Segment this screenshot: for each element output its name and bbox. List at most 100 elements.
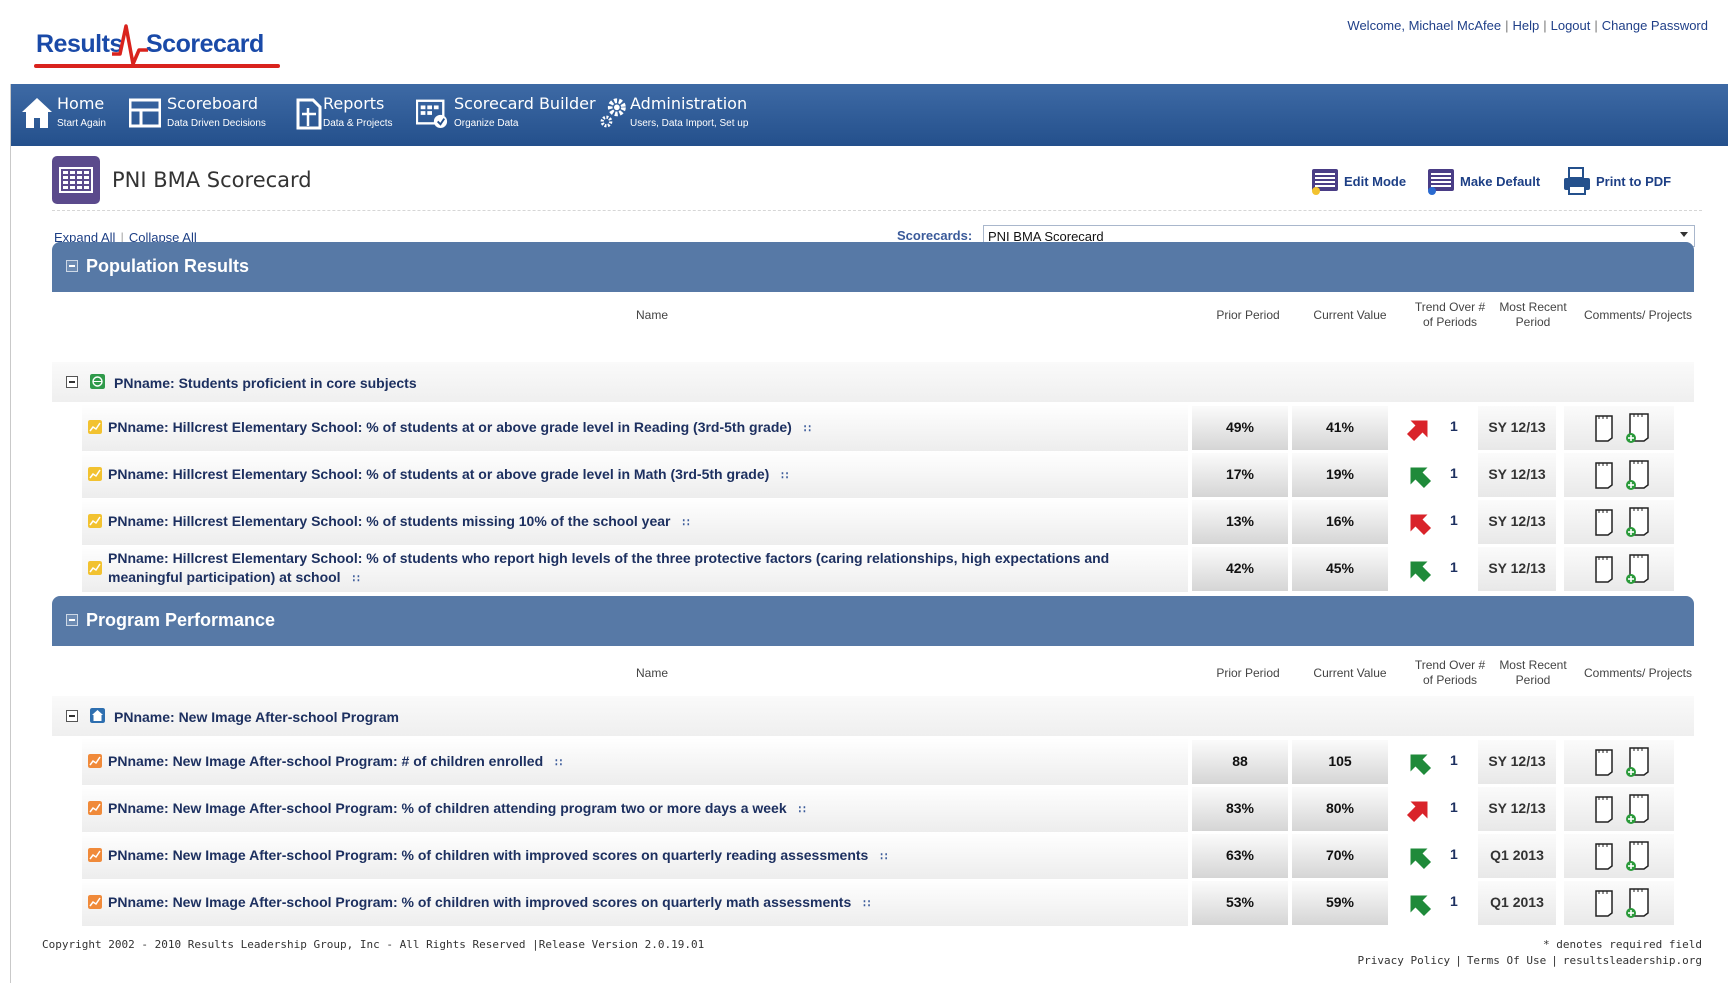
required-note: * denotes required field [1543, 938, 1702, 951]
measure-name-text: PNname: Hillcrest Elementary School: % o… [108, 550, 1110, 585]
comments-projects-cell [1564, 453, 1674, 497]
collapse-toggle-icon[interactable] [66, 710, 78, 722]
measure-row[interactable]: PNname: Hillcrest Elementary School: % o… [82, 451, 1694, 499]
trend-arrow-icon [1406, 420, 1428, 442]
nav-builder-title: Scorecard Builder [454, 94, 596, 113]
comment-icon[interactable] [1594, 508, 1614, 536]
measure-row[interactable]: PNname: Hillcrest Elementary School: % o… [82, 498, 1694, 546]
trend-periods: 1 [1450, 752, 1458, 768]
add-project-icon[interactable] [1626, 887, 1650, 919]
measure-row[interactable]: PNname: New Image After-school Program: … [82, 738, 1694, 786]
print-pdf-button[interactable]: Print to PDF [1562, 166, 1680, 196]
add-project-icon[interactable] [1626, 412, 1650, 444]
add-project-icon[interactable] [1626, 840, 1650, 872]
collapse-toggle-icon[interactable] [66, 614, 78, 626]
edit-mode-label: Edit Mode [1344, 174, 1407, 189]
hierarchy-icon[interactable]: ∷ [353, 570, 360, 589]
nav-scorecard-builder[interactable]: Scorecard Builder Organize Data [416, 92, 596, 138]
measure-name-text: PNname: Hillcrest Elementary School: % o… [108, 513, 671, 529]
nav-scoreboard[interactable]: Scoreboard Data Driven Decisions [129, 92, 289, 138]
comment-icon[interactable] [1594, 889, 1614, 917]
make-default-icon [1428, 169, 1454, 195]
nav-builder-subtitle: Organize Data [454, 118, 519, 129]
section-header-population: Population Results [52, 242, 1694, 292]
edit-mode-button[interactable]: Edit Mode [1310, 166, 1420, 196]
footer-links: Privacy Policy | Terms Of Use | resultsleade… [1357, 954, 1702, 967]
trend-cell: 1 [1392, 787, 1472, 831]
logo-underline [34, 64, 280, 68]
hierarchy-icon[interactable]: ∷ [781, 467, 788, 486]
group-row[interactable]: PNname: Students proficient in core subj… [52, 362, 1694, 402]
trend-arrow-icon [1410, 895, 1432, 917]
col-trend-line2: of Periods [1422, 673, 1478, 687]
measure-name[interactable]: PNname: Hillcrest Elementary School: % o… [108, 512, 1168, 533]
measure-name[interactable]: PNname: Hillcrest Elementary School: % o… [108, 465, 1168, 486]
page-title: PNI BMA Scorecard [112, 168, 312, 192]
hierarchy-icon[interactable]: ∷ [682, 514, 689, 533]
hierarchy-icon[interactable]: ∷ [880, 848, 887, 867]
measure-row[interactable]: PNname: New Image After-school Program: … [82, 785, 1694, 833]
add-project-icon[interactable] [1626, 506, 1650, 538]
comment-icon[interactable] [1594, 555, 1614, 583]
collapse-toggle-icon[interactable] [66, 376, 78, 388]
make-default-button[interactable]: Make Default [1426, 166, 1550, 196]
prior-value: 49% [1192, 406, 1288, 450]
prior-value: 88 [1192, 740, 1288, 784]
results-scorecard-logo[interactable]: Results Scorecard [24, 20, 284, 70]
trend-periods: 1 [1450, 559, 1458, 575]
add-project-icon[interactable] [1626, 793, 1650, 825]
hierarchy-icon[interactable]: ∷ [804, 420, 811, 439]
measure-row[interactable]: PNname: New Image After-school Program: … [82, 832, 1694, 880]
trend-periods: 1 [1450, 512, 1458, 528]
printer-icon [1564, 167, 1590, 195]
measure-name[interactable]: PNname: New Image After-school Program: … [108, 799, 1168, 820]
comment-icon[interactable] [1594, 795, 1614, 823]
measure-name[interactable]: PNname: New Image After-school Program: … [108, 893, 1168, 914]
gear-icon [600, 98, 626, 128]
measure-name-cell: PNname: New Image After-school Program: … [82, 785, 1188, 833]
logout-link[interactable]: Logout [1551, 18, 1591, 33]
most-recent-period: Q1 2013 [1478, 881, 1556, 925]
group-title: PNname: Students proficient in core subj… [114, 375, 417, 391]
comment-icon[interactable] [1594, 842, 1614, 870]
hierarchy-icon[interactable]: ∷ [799, 801, 806, 820]
measure-row[interactable]: PNname: New Image After-school Program: … [82, 879, 1694, 927]
nav-home[interactable]: Home Start Again [21, 92, 121, 138]
trend-periods: 1 [1450, 465, 1458, 481]
comment-icon[interactable] [1594, 414, 1614, 442]
privacy-policy-link[interactable]: Privacy Policy [1357, 954, 1450, 967]
measure-name-text: PNname: New Image After-school Program: … [108, 800, 787, 816]
measure-row[interactable]: PNname: Hillcrest Elementary School: % o… [82, 545, 1694, 593]
trend-arrow-icon [1410, 514, 1432, 536]
nav-reports-title: Reports [323, 94, 385, 113]
trend-cell: 1 [1392, 500, 1472, 544]
trend-cell: 1 [1392, 547, 1472, 591]
measure-name[interactable]: PNname: New Image After-school Program: … [108, 846, 1168, 867]
help-link[interactable]: Help [1512, 18, 1539, 33]
trend-arrow-icon [1410, 848, 1432, 870]
measure-name[interactable]: PNname: Hillcrest Elementary School: % o… [108, 418, 1168, 439]
nav-administration[interactable]: Administration Users, Data Import, Set u… [598, 92, 778, 138]
measure-chart-icon [88, 754, 102, 768]
change-password-link[interactable]: Change Password [1602, 18, 1708, 33]
col-trend-line1: Trend Over # [1414, 658, 1486, 672]
collapse-toggle-icon[interactable] [66, 260, 78, 272]
comment-icon[interactable] [1594, 748, 1614, 776]
add-project-icon[interactable] [1626, 553, 1650, 585]
measure-row[interactable]: PNname: Hillcrest Elementary School: % o… [82, 404, 1694, 452]
measure-name[interactable]: PNname: New Image After-school Program: … [108, 752, 1168, 773]
current-value: 105 [1292, 740, 1388, 784]
group-row[interactable]: PNname: New Image After-school Program [52, 696, 1694, 736]
add-project-icon[interactable] [1626, 459, 1650, 491]
comment-icon[interactable] [1594, 461, 1614, 489]
hierarchy-icon[interactable]: ∷ [863, 895, 870, 914]
measure-name[interactable]: PNname: Hillcrest Elementary School: % o… [108, 549, 1168, 589]
hierarchy-icon[interactable]: ∷ [555, 754, 562, 773]
nav-reports[interactable]: Reports Data & Projects [293, 92, 413, 138]
trend-cell: 1 [1392, 406, 1472, 450]
terms-link[interactable]: Terms Of Use [1467, 954, 1546, 967]
trend-arrow-icon [1406, 801, 1428, 823]
site-link[interactable]: resultsleadership.org [1563, 954, 1702, 967]
add-project-icon[interactable] [1626, 746, 1650, 778]
make-default-label: Make Default [1460, 174, 1541, 189]
